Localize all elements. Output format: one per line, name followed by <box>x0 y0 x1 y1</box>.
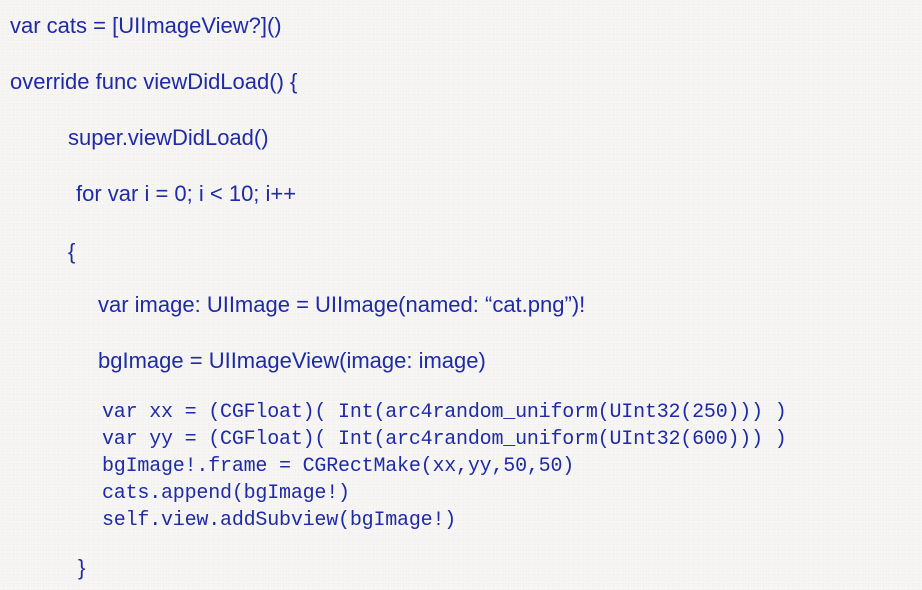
code-line-cats-declaration: var cats = [UIImageView?]() <box>10 13 282 38</box>
code-line-override-viewdidload: override func viewDidLoad() { <box>10 69 298 94</box>
code-line-open-brace: { <box>68 239 76 264</box>
code-line-bgimage-assignment: bgImage = UIImageView(image: image) <box>98 348 486 373</box>
code-line-frame-assignment: bgImage!.frame = CGRectMake(xx,yy,50,50) <box>102 455 575 478</box>
code-line-image-declaration: var image: UIImage = UIImage(named: “cat… <box>98 292 586 317</box>
code-line-close-brace: } <box>78 555 86 580</box>
code-line-add-subview: self.view.addSubview(bgImage!) <box>102 509 457 532</box>
code-line-xx-declaration: var xx = (CGFloat)( Int(arc4random_unifo… <box>102 401 787 424</box>
code-line-cats-append: cats.append(bgImage!) <box>102 482 350 505</box>
code-line-super-viewdidload: super.viewDidLoad() <box>68 125 269 150</box>
code-line-yy-declaration: var yy = (CGFloat)( Int(arc4random_unifo… <box>102 428 787 451</box>
code-document: var cats = [UIImageView?]() override fun… <box>0 0 922 590</box>
code-line-for-loop: for var i = 0; i < 10; i++ <box>76 181 297 206</box>
